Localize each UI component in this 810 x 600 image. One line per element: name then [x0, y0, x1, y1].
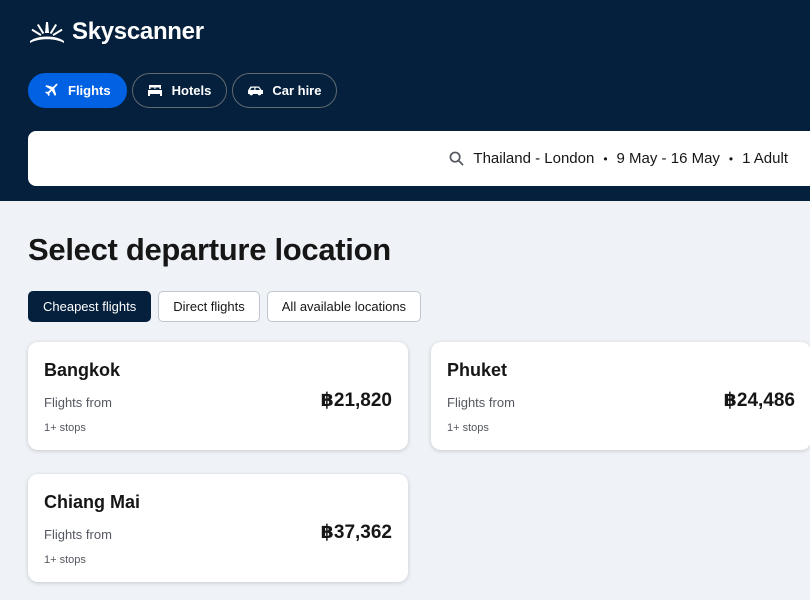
result-stops: 1+ stops	[44, 422, 86, 434]
filter-direct-flights[interactable]: Direct flights	[158, 291, 260, 322]
result-card-chiang-mai[interactable]: Chiang Mai Flights from 1+ stops ฿37,362	[28, 474, 408, 582]
result-stops: 1+ stops	[447, 422, 489, 434]
result-city: Bangkok	[44, 360, 121, 380]
sunrise-logo-icon	[30, 22, 64, 43]
separator-dot: •	[728, 151, 734, 166]
bed-icon	[147, 82, 164, 99]
search-dates: 9 May - 16 May	[616, 150, 720, 167]
sort-filter-chips: Cheapest flights Direct flights All avai…	[28, 291, 422, 322]
search-icon	[449, 151, 464, 166]
tab-hotels-label: Hotels	[171, 83, 212, 98]
search-summary: Thailand - London • 9 May - 16 May • 1 A…	[449, 131, 788, 186]
car-icon	[247, 82, 264, 99]
result-from-label: Flights from	[447, 395, 515, 410]
result-city: Chiang Mai	[44, 492, 141, 512]
result-stops: 1+ stops	[44, 554, 86, 566]
search-travellers: 1 Adult	[742, 150, 788, 167]
skyscanner-logo[interactable]: Skyscanner	[28, 18, 204, 46]
result-card-bangkok[interactable]: Bangkok Flights from 1+ stops ฿21,820	[28, 342, 408, 450]
result-from-label: Flights from	[44, 527, 112, 542]
brand-name: Skyscanner	[72, 18, 204, 45]
page-title: Select departure location	[28, 232, 391, 267]
site-header: Skyscanner Flights Hotels Car hire Thail…	[0, 0, 810, 201]
tab-car-hire[interactable]: Car hire	[232, 73, 338, 108]
result-price: ฿21,820	[320, 390, 392, 411]
result-from-label: Flights from	[44, 395, 112, 410]
filter-cheapest-flights[interactable]: Cheapest flights	[28, 291, 152, 322]
result-city: Phuket	[447, 360, 508, 380]
search-route: Thailand - London	[473, 150, 595, 167]
tab-hotels[interactable]: Hotels	[131, 73, 228, 108]
tab-flights-label: Flights	[68, 83, 111, 98]
plane-icon	[43, 82, 60, 99]
result-price: ฿24,486	[723, 390, 795, 411]
tab-car-hire-label: Car hire	[272, 83, 322, 98]
product-nav: Flights Hotels Car hire	[28, 73, 338, 108]
filter-all-available-locations[interactable]: All available locations	[266, 291, 422, 322]
result-price: ฿37,362	[320, 522, 392, 543]
tab-flights[interactable]: Flights	[28, 73, 127, 108]
separator-dot: •	[603, 151, 608, 166]
result-card-phuket[interactable]: Phuket Flights from 1+ stops ฿24,486	[431, 342, 810, 450]
search-summary-bar[interactable]: Thailand - London • 9 May - 16 May • 1 A…	[28, 131, 810, 186]
